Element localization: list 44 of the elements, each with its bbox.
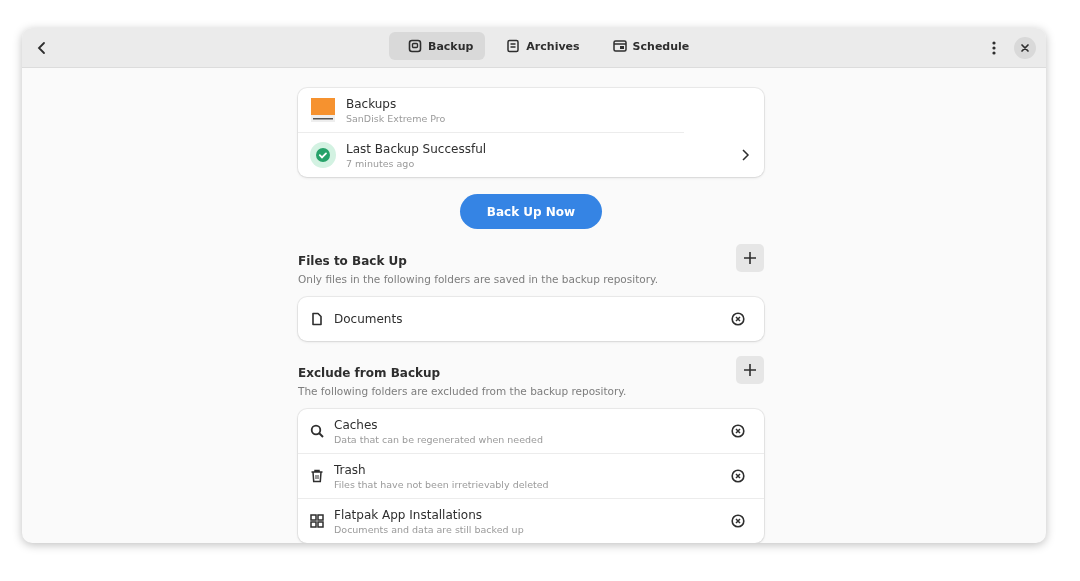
- add-button[interactable]: [736, 356, 764, 384]
- drive-icon: [310, 97, 336, 123]
- remove-icon: [731, 469, 745, 483]
- plus-icon: [743, 363, 757, 377]
- grid-icon: [310, 514, 324, 528]
- calendar-icon: [612, 39, 627, 53]
- drive-icon: [408, 39, 422, 53]
- success-icon: [310, 142, 336, 168]
- folder-subtitle: Documents and data are still backed up: [334, 522, 525, 536]
- remove-icon: [731, 312, 745, 326]
- folder-title: Caches: [334, 416, 379, 433]
- remove-icon: [731, 424, 745, 438]
- tab[interactable]: Backup: [389, 32, 486, 60]
- remove-button[interactable]: [730, 468, 746, 484]
- remove-button[interactable]: [730, 423, 746, 439]
- tab[interactable]: Schedule: [593, 32, 702, 60]
- tab[interactable]: Archives: [487, 32, 592, 60]
- folder-title: Documents: [334, 311, 404, 327]
- section-title: Exclude from Backup: [298, 365, 442, 382]
- close-icon: [1020, 42, 1030, 53]
- repository-title: Backups: [346, 95, 398, 112]
- section-description: The following folders are excluded from the backup repository.: [298, 384, 628, 399]
- status-subtitle: 7 minutes ago: [346, 156, 416, 170]
- status-title: Last Backup Successful: [346, 140, 488, 157]
- repository-subtitle: SanDisk Extreme Pro: [346, 111, 447, 125]
- plus-icon: [743, 251, 757, 265]
- add-button[interactable]: [736, 244, 764, 272]
- section-description: Only files in the following folders are saved in the backup repository.: [298, 272, 660, 287]
- list-icon: [506, 39, 521, 53]
- document-icon: [310, 312, 324, 326]
- section-title: Files to Back Up: [298, 253, 408, 270]
- folder-title: Trash: [334, 461, 367, 478]
- remove-button[interactable]: [730, 311, 746, 327]
- remove-icon: [731, 514, 745, 528]
- menu-icon: [992, 40, 996, 55]
- chevron-right-icon[interactable]: [740, 148, 750, 162]
- remove-button[interactable]: [730, 513, 746, 529]
- folder-subtitle: Files that have not been irretrievably deleted: [334, 477, 550, 491]
- search-icon: [310, 424, 324, 438]
- folder-subtitle: Data that can be regenerated when needed: [334, 432, 544, 446]
- trash-icon: [310, 469, 324, 483]
- back-up-now-button[interactable]: Back Up Now: [459, 194, 603, 229]
- folder-title: Flatpak App Installations: [334, 506, 483, 523]
- close-button[interactable]: [1014, 36, 1036, 59]
